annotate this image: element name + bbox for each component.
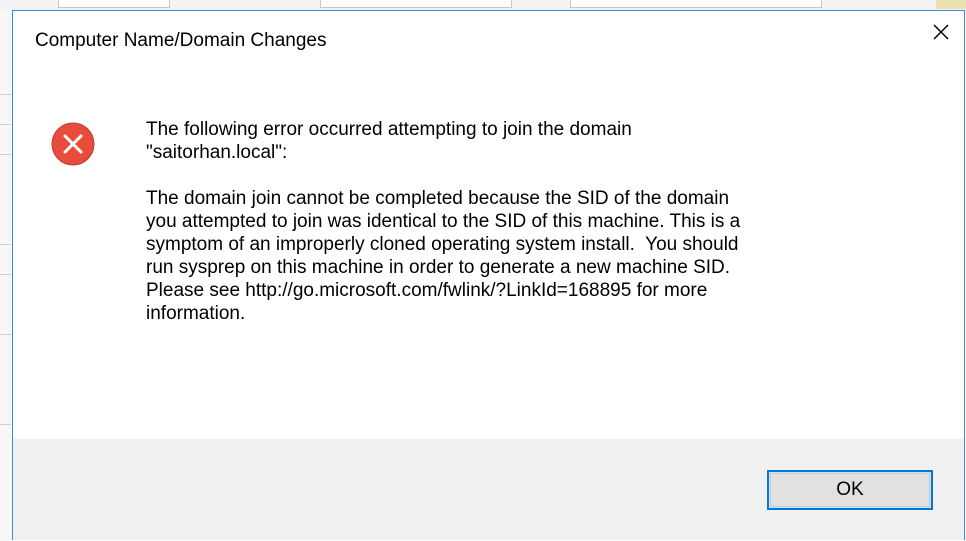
close-button[interactable]: [918, 11, 964, 53]
background-divider: [0, 424, 11, 425]
background-divider: [0, 154, 11, 155]
dialog-titlebar[interactable]: Computer Name/Domain Changes: [13, 11, 964, 67]
error-message-details: The domain join cannot be completed beca…: [146, 188, 741, 324]
error-icon: [51, 122, 95, 166]
background-tab: [570, 0, 822, 8]
background-divider: [0, 274, 11, 275]
error-message: The following error occurred attempting …: [146, 118, 936, 325]
ok-button[interactable]: OK: [767, 470, 933, 510]
error-dialog: Computer Name/Domain Changes The followi…: [12, 10, 965, 540]
dialog-footer: OK: [13, 439, 964, 540]
screen: Computer Name/Domain Changes The followi…: [0, 0, 966, 541]
background-divider: [0, 244, 11, 245]
background-divider: [0, 124, 11, 125]
error-message-summary: The following error occurred attempting …: [146, 119, 632, 163]
ok-button-label: OK: [836, 479, 864, 500]
background-tab: [58, 0, 170, 8]
dialog-body: The following error occurred attempting …: [13, 67, 964, 439]
background-divider: [0, 334, 11, 335]
close-icon: [933, 24, 949, 40]
background-window-corner: [936, 0, 966, 9]
background-divider: [0, 94, 11, 95]
dialog-title: Computer Name/Domain Changes: [35, 30, 327, 51]
background-window-edge: [0, 10, 12, 541]
background-tab: [320, 0, 512, 8]
